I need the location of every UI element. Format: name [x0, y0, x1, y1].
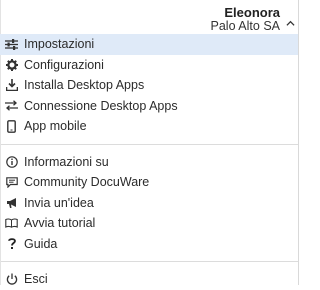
chevron-up-icon[interactable]: [286, 19, 295, 28]
menu-item-label: Installa Desktop Apps: [24, 78, 145, 93]
sliders-icon: [5, 38, 18, 51]
menu-divider: [0, 143, 298, 145]
menu-item-label: Guida: [24, 236, 58, 251]
user-header[interactable]: Eleonora Palo Alto SA: [0, 0, 298, 34]
menu-item-label: Connessione Desktop Apps: [24, 98, 178, 113]
open-book-icon: [5, 217, 18, 230]
menu-item-label: Avvia tutorial: [24, 216, 96, 231]
megaphone-icon: [5, 196, 18, 209]
swap-arrows-icon: [5, 99, 18, 112]
menu-item-label: Invia un'idea: [24, 195, 94, 210]
menu-item-esci[interactable]: Esci: [0, 269, 298, 290]
menu-item-avvia-tutorial[interactable]: Avvia tutorial: [0, 213, 298, 234]
menu-item-informazioni-su[interactable]: Informazioni su: [0, 152, 298, 173]
download-icon: [5, 79, 18, 92]
menu-item-installa-desktop-apps[interactable]: Installa Desktop Apps: [0, 75, 298, 96]
question-mark-icon: [5, 237, 18, 250]
menu-item-connessione-desktop-apps[interactable]: Connessione Desktop Apps: [0, 96, 298, 117]
user-company: Palo Alto SA: [210, 19, 281, 33]
menu-item-invia-un-idea[interactable]: Invia un'idea: [0, 193, 298, 214]
menu-item-app-mobile[interactable]: App mobile: [0, 116, 298, 137]
menu-item-label: Community DocuWare: [24, 175, 150, 190]
user-name: Eleonora: [224, 5, 280, 20]
menu-item-label: App mobile: [24, 119, 87, 134]
menu-item-community-docuware[interactable]: Community DocuWare: [0, 172, 298, 193]
menu-divider: [0, 261, 298, 262]
menu-item-label: Informazioni su: [24, 154, 109, 169]
menu-item-label: Configurazioni: [24, 57, 104, 72]
power-icon: [5, 273, 18, 286]
menu-item-impostazioni[interactable]: Impostazioni: [0, 34, 298, 55]
mobile-phone-icon: [5, 119, 18, 133]
menu-item-guida[interactable]: Guida: [0, 234, 298, 255]
menu-item-configurazioni[interactable]: Configurazioni: [0, 55, 298, 76]
menu-item-label: Impostazioni: [24, 37, 95, 52]
user-menu: Eleonora Palo Alto SA Impostazioni Confi…: [0, 0, 299, 286]
gear-icon: [5, 58, 18, 71]
menu-item-label: Esci: [24, 272, 48, 287]
chat-bubble-icon: [5, 176, 18, 189]
info-circle-icon: [5, 155, 18, 168]
